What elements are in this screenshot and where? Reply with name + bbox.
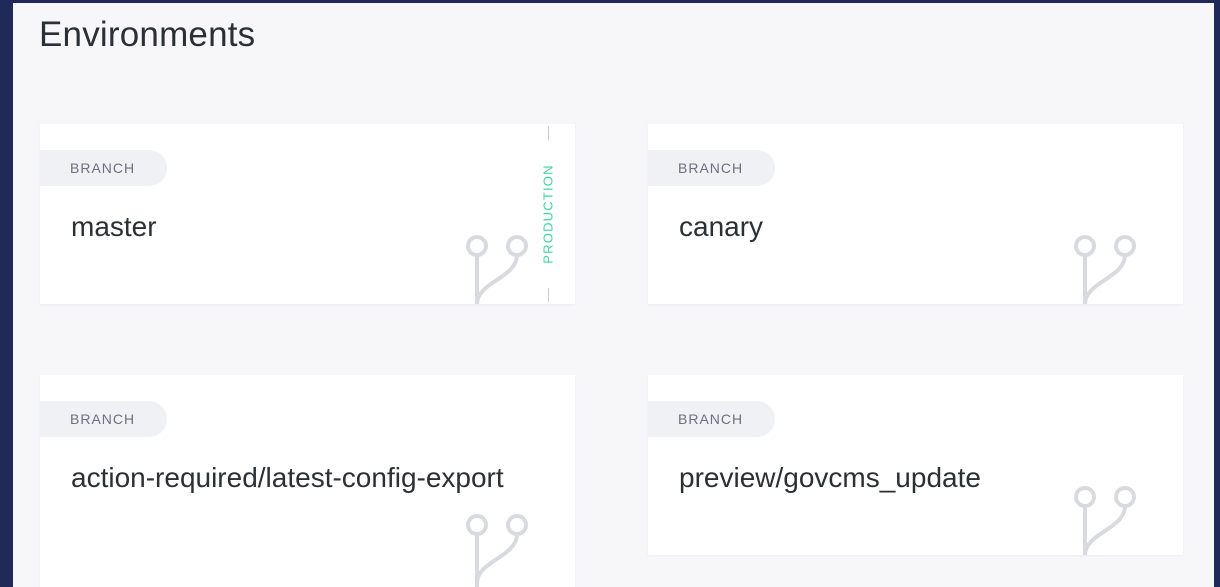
production-divider-top — [548, 126, 549, 140]
production-indicator: PRODUCTION — [538, 124, 558, 304]
git-branch-icon — [1074, 235, 1136, 304]
environment-card-master[interactable]: BRANCH master PRODUCTION — [40, 124, 575, 304]
branch-type-pill: BRANCH — [648, 150, 776, 186]
branch-type-pill: BRANCH — [40, 150, 168, 186]
production-badge: PRODUCTION — [540, 164, 556, 264]
environment-card-canary[interactable]: BRANCH canary — [648, 124, 1183, 304]
branch-type-pill: BRANCH — [648, 401, 776, 437]
environment-name: action-required/latest-config-export — [71, 462, 504, 493]
git-branch-icon — [1074, 486, 1136, 555]
git-branch-icon — [466, 235, 528, 304]
production-divider-bottom — [548, 288, 549, 302]
environment-card-preview[interactable]: BRANCH preview/govcms_update — [648, 375, 1183, 555]
environments-panel: Environments BRANCH master PRODUCTION BR… — [13, 3, 1214, 587]
page-title: Environments — [39, 15, 256, 54]
environment-card-action-required[interactable]: BRANCH action-required/latest-config-exp… — [40, 375, 575, 587]
git-branch-icon — [466, 514, 528, 587]
branch-type-pill: BRANCH — [40, 401, 168, 437]
